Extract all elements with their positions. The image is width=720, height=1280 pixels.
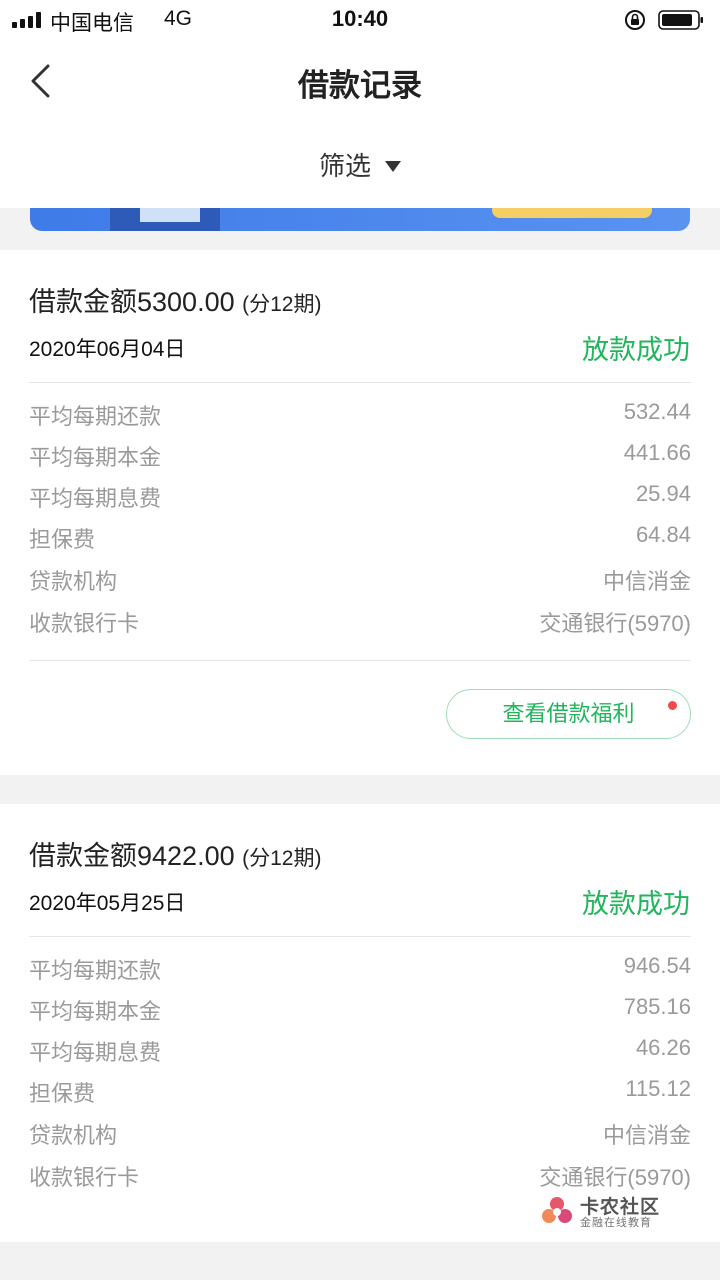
detail-label: 收款银行卡 <box>29 611 140 636</box>
divider <box>29 660 691 661</box>
detail-label: 贷款机构 <box>29 1123 118 1148</box>
status-bar: 中国电信 4G 10:40 <box>0 0 720 40</box>
detail-value: 中信消金 <box>602 569 691 594</box>
detail-row: 担保费 115.12 <box>29 1076 691 1106</box>
view-loan-benefits-button[interactable]: 查看借款福利 <box>446 689 691 739</box>
loan-status: 放款成功 <box>582 335 690 365</box>
detail-label: 收款银行卡 <box>29 1165 140 1190</box>
detail-row: 平均每期息费 25.94 <box>29 481 691 511</box>
detail-value: 中信消金 <box>602 1123 691 1148</box>
detail-value: 交通银行(5970) <box>539 1165 691 1190</box>
battery-icon <box>658 10 703 30</box>
loan-date: 2020年05月25日 <box>29 892 186 915</box>
detail-row: 贷款机构 中信消金 <box>29 564 691 594</box>
detail-label: 担保费 <box>29 527 96 552</box>
loan-amount: 借款金额9422.00 (分12期) <box>29 834 321 873</box>
detail-row: 收款银行卡 交通银行(5970) <box>29 606 691 636</box>
detail-row: 担保费 64.84 <box>29 522 691 552</box>
loan-amount-value: 借款金额9422.00 <box>29 841 235 871</box>
detail-row: 平均每期还款 946.54 <box>29 953 691 983</box>
loan-record-card: 借款金额5300.00 (分12期) 2020年06月04日 放款成功 平均每期… <box>0 250 720 775</box>
loan-installments: (分12期) <box>242 847 322 870</box>
caret-down-icon <box>385 160 401 172</box>
divider <box>29 936 691 937</box>
filter-button[interactable]: 筛选 <box>0 146 720 183</box>
loan-amount: 借款金额5300.00 (分12期) <box>29 280 321 319</box>
filter-label: 筛选 <box>318 151 371 181</box>
detail-row: 平均每期本金 785.16 <box>29 994 691 1024</box>
detail-label: 平均每期息费 <box>29 1040 162 1065</box>
filter-bar: 筛选 <box>0 122 720 208</box>
kanong-logo-icon <box>542 1197 572 1223</box>
detail-value: 785.16 <box>623 994 691 1019</box>
loan-amount-value: 借款金额5300.00 <box>29 287 235 317</box>
detail-row: 平均每期本金 441.66 <box>29 440 691 470</box>
banner-illustration-screen <box>140 208 200 222</box>
promo-banner[interactable] <box>30 208 690 231</box>
detail-label: 担保费 <box>29 1081 96 1106</box>
detail-row: 平均每期还款 532.44 <box>29 399 691 429</box>
navigation-bar: 借款记录 <box>0 40 720 122</box>
rotation-lock-icon <box>625 10 645 30</box>
loan-record-card: 借款金额9422.00 (分12期) 2020年05月25日 放款成功 平均每期… <box>0 804 720 1242</box>
detail-value: 532.44 <box>623 399 691 424</box>
detail-value: 115.12 <box>625 1076 691 1101</box>
detail-value: 交通银行(5970) <box>539 611 691 636</box>
loan-status: 放款成功 <box>582 889 690 919</box>
page-title: 借款记录 <box>298 68 422 103</box>
detail-label: 平均每期息费 <box>29 486 162 511</box>
view-loan-benefits-label: 查看借款福利 <box>502 701 635 726</box>
detail-value: 946.54 <box>623 953 691 978</box>
notification-dot <box>668 701 677 710</box>
detail-row: 贷款机构 中信消金 <box>29 1118 691 1148</box>
detail-value: 64.84 <box>635 522 691 547</box>
detail-label: 贷款机构 <box>29 569 118 594</box>
detail-label: 平均每期还款 <box>29 958 162 983</box>
detail-value: 441.66 <box>623 440 691 465</box>
detail-row: 收款银行卡 交通银行(5970) <box>29 1160 691 1190</box>
community-watermark: 卡农社区 金融在线教育 <box>540 1192 680 1232</box>
loan-installments: (分12期) <box>242 293 322 316</box>
detail-label: 平均每期本金 <box>29 999 162 1024</box>
detail-value: 46.26 <box>635 1035 691 1060</box>
watermark-tagline: 金融在线教育 <box>580 1217 652 1229</box>
banner-cta <box>492 208 652 218</box>
detail-row: 平均每期息费 46.26 <box>29 1035 691 1065</box>
loan-date: 2020年06月04日 <box>29 338 186 361</box>
detail-label: 平均每期本金 <box>29 445 162 470</box>
status-time: 10:40 <box>331 6 389 31</box>
divider <box>29 382 691 383</box>
detail-value: 25.94 <box>635 481 691 506</box>
detail-label: 平均每期还款 <box>29 404 162 429</box>
